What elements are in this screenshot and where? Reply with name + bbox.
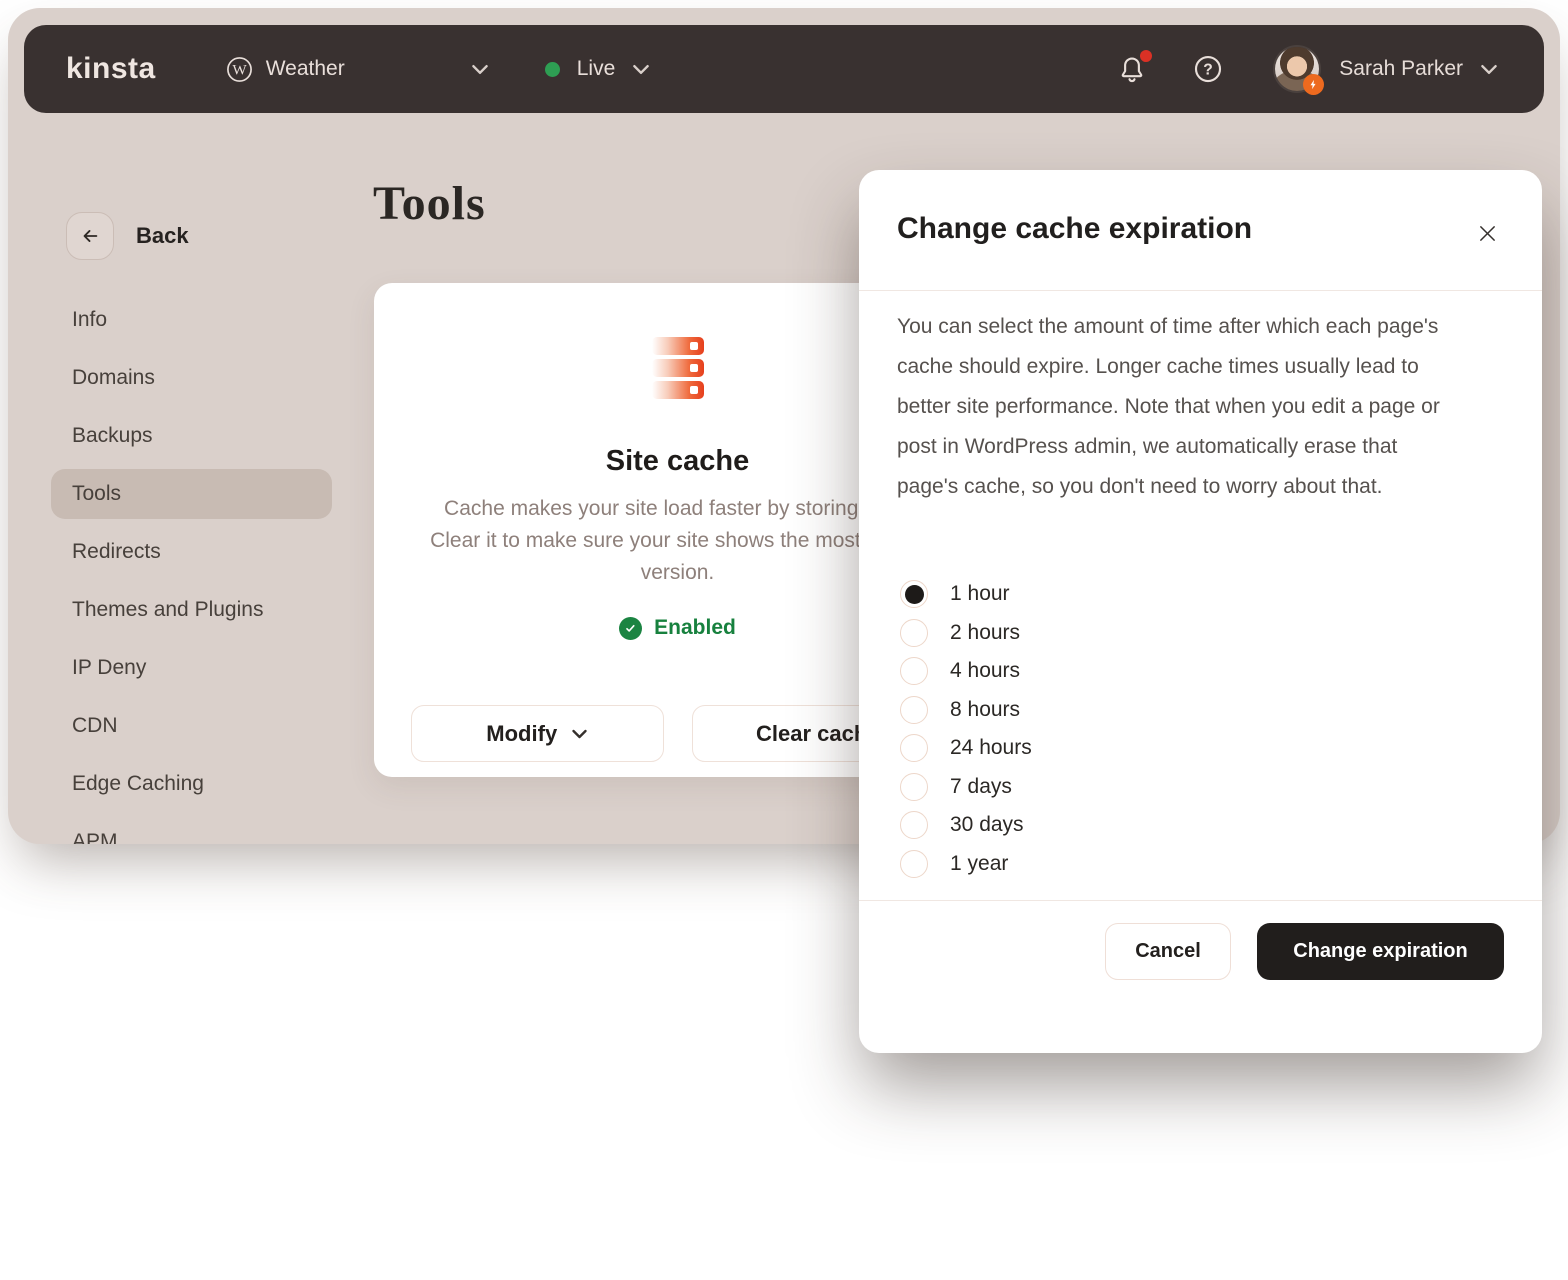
notification-badge [1140,50,1152,62]
chevron-down-icon[interactable] [1480,64,1498,75]
radio-icon [900,619,928,647]
sidebar-item-themes-plugins[interactable]: Themes and Plugins [51,581,332,639]
radio-option-7-days[interactable]: 7 days [900,773,1032,801]
avatar-lightning-badge [1303,74,1324,95]
sidebar-nav: Info Domains Backups Tools Redirects The… [51,291,332,844]
arrow-left-icon [79,225,101,247]
site-cache-icon [652,337,704,399]
change-expiration-button[interactable]: Change expiration [1257,923,1504,980]
sidebar-item-edge-caching[interactable]: Edge Caching [51,755,332,813]
sidebar-item-ip-deny[interactable]: IP Deny [51,639,332,697]
radio-option-1-year[interactable]: 1 year [900,850,1032,878]
sidebar-item-backups[interactable]: Backups [51,407,332,465]
wordpress-icon: W [226,56,253,83]
top-navbar: kinsta W Weather Live [24,25,1544,113]
modify-button[interactable]: Modify [411,705,664,762]
site-name: Weather [266,57,345,81]
help-button[interactable]: ? [1193,54,1223,84]
live-status-dot [545,62,560,77]
avatar[interactable] [1275,47,1319,91]
sidebar-item-tools[interactable]: Tools [51,465,332,523]
radio-icon [900,850,928,878]
page-title: Tools [373,176,486,231]
close-button[interactable] [1474,220,1500,246]
radio-option-2-hours[interactable]: 2 hours [900,619,1032,647]
status-badge: Enabled [654,616,736,640]
site-switcher[interactable]: W Weather [226,56,345,83]
radio-icon [900,734,928,762]
modal-header-divider [859,290,1542,291]
radio-icon [900,811,928,839]
back-label: Back [136,223,189,249]
expiration-options: 1 hour 2 hours 4 hours 8 hours 24 hours … [900,580,1032,888]
radio-option-1-hour[interactable]: 1 hour [900,580,1032,608]
radio-option-30-days[interactable]: 30 days [900,811,1032,839]
sidebar-item-apm[interactable]: APM [51,813,332,844]
chevron-down-icon [571,729,588,739]
radio-selected-icon [900,580,928,608]
chevron-down-icon [632,64,650,75]
change-cache-expiration-modal: Change cache expiration You can select t… [859,170,1542,1053]
notifications-button[interactable] [1117,54,1147,84]
card-description: Cache makes your site load faster by sto… [422,493,934,589]
navbar-actions: ? Sarah Parker [1117,47,1498,91]
environment-selector[interactable]: Live [545,57,651,81]
lightning-icon [1308,79,1319,90]
modal-header: Change cache expiration [859,170,1542,290]
svg-text:W: W [232,61,247,78]
sidebar-item-domains[interactable]: Domains [51,349,332,407]
sidebar-item-cdn[interactable]: CDN [51,697,332,755]
sidebar-item-redirects[interactable]: Redirects [51,523,332,581]
sidebar-item-info[interactable]: Info [51,291,332,349]
svg-text:?: ? [1203,62,1213,79]
modal-title: Change cache expiration [897,212,1252,246]
environment-label: Live [577,57,616,81]
radio-icon [900,773,928,801]
kinsta-logo: kinsta [66,52,156,86]
user-name[interactable]: Sarah Parker [1339,57,1463,81]
help-icon: ? [1193,54,1223,84]
back-row: Back [66,212,189,260]
radio-option-4-hours[interactable]: 4 hours [900,657,1032,685]
chevron-down-icon[interactable] [471,64,489,75]
modal-description: You can select the amount of time after … [897,307,1445,507]
radio-option-24-hours[interactable]: 24 hours [900,734,1032,762]
radio-icon [900,696,928,724]
check-circle-icon [619,617,642,640]
radio-icon [900,657,928,685]
cancel-button[interactable]: Cancel [1105,923,1231,980]
radio-option-8-hours[interactable]: 8 hours [900,696,1032,724]
close-icon [1478,224,1497,243]
back-button[interactable] [66,212,114,260]
modal-footer: Cancel Change expiration [859,900,1542,980]
